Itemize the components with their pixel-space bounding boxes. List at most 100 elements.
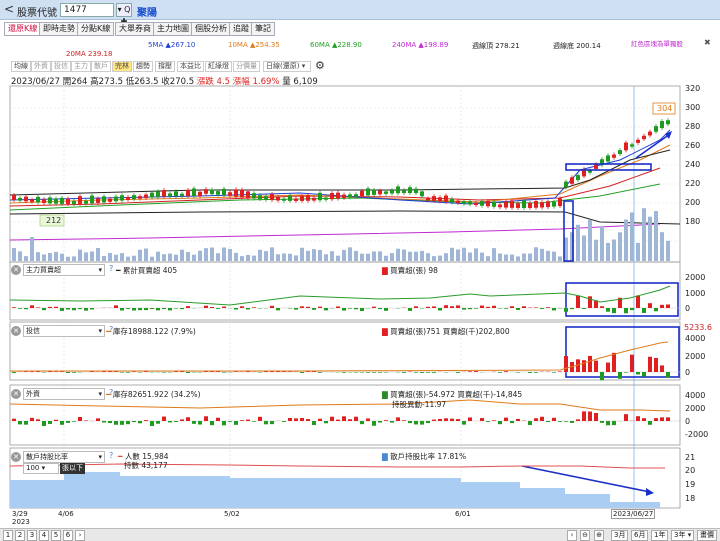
candle-body: [546, 201, 550, 208]
zoom-6m[interactable]: 6月: [631, 530, 649, 541]
page-button[interactable]: 2: [15, 530, 25, 541]
candle-body: [444, 195, 448, 202]
volume-bar: [432, 256, 436, 261]
candle-body: [204, 189, 208, 194]
indicator-bar: [234, 308, 238, 310]
foreign-axis-tick: -2000: [685, 430, 709, 439]
zoom-3m[interactable]: 3月: [611, 530, 629, 541]
volume-bar: [84, 252, 88, 261]
zoom-3y[interactable]: 3年 ▾: [671, 530, 695, 541]
volume-bar: [204, 248, 208, 261]
foreign-indicator-select[interactable]: 外資 ▾: [23, 388, 105, 400]
cursor-date-label: 2023/06/27: [611, 509, 656, 519]
page-button[interactable]: 3: [27, 530, 37, 541]
candle-body: [594, 164, 598, 169]
foreign-axis-tick: 4000: [685, 391, 706, 400]
volume-bar: [510, 254, 514, 261]
volume-bar: [348, 247, 352, 261]
candle-body: [492, 201, 496, 207]
candle-body: [396, 186, 400, 194]
volume-bar: [282, 253, 286, 261]
indicator-bar: [558, 421, 562, 422]
trust-axis-tick: 4000: [685, 334, 706, 343]
candle-body: [150, 192, 154, 198]
indicator-bar: [546, 307, 550, 308]
close-panel-icon[interactable]: ✕: [11, 389, 21, 399]
retail-indicator-select[interactable]: 散戶持股比率 ▾: [23, 451, 105, 463]
volume-bar: [120, 253, 124, 261]
help-icon[interactable]: ?: [109, 451, 113, 460]
page-button[interactable]: 1: [3, 530, 13, 541]
indicator-bar: [12, 372, 16, 373]
candle-body: [282, 198, 286, 201]
close-panel-icon[interactable]: ✕: [11, 326, 21, 336]
indicator-bar: [294, 418, 298, 421]
indicator-bar: [438, 418, 442, 421]
zoom-1y[interactable]: 1年: [651, 530, 669, 541]
indicator-bar: [516, 418, 520, 421]
indicator-bar: [462, 421, 466, 425]
indicator-bar: [198, 421, 202, 425]
indicator-bar: [48, 306, 52, 308]
zoom-in-icon[interactable]: ⊖: [580, 530, 590, 541]
volume-bar: [426, 253, 430, 261]
volume-bar: [396, 248, 400, 261]
indicator-bar: [60, 421, 64, 425]
indicator-bar: [162, 308, 166, 310]
candle-body: [120, 195, 124, 201]
indicator-bar: [384, 308, 388, 311]
volume-bar: [42, 254, 46, 261]
help-icon[interactable]: ?: [109, 264, 113, 273]
candle-body: [192, 188, 196, 197]
indicator-bar: [372, 306, 376, 308]
page-button[interactable]: 4: [39, 530, 49, 541]
indicator-bar: [150, 421, 154, 426]
scroll-left-icon[interactable]: ‹: [567, 530, 577, 541]
indicator-bar: [180, 308, 184, 310]
trust-indicator-select[interactable]: 投信 ▾: [23, 325, 105, 337]
indicator-bar: [36, 419, 40, 421]
page-button[interactable]: 6: [63, 530, 73, 541]
indicator-bar: [330, 416, 334, 421]
indicator-bar: [576, 419, 580, 421]
indicator-bar: [318, 372, 322, 373]
volume-bar: [96, 247, 100, 261]
indicator-bar: [138, 308, 142, 311]
volume-bar: [642, 208, 646, 261]
indicator-bar: [306, 306, 310, 308]
candle-body: [480, 201, 484, 206]
indicator-bar: [426, 372, 430, 373]
indicator-bar: [120, 421, 124, 425]
volume-bar: [300, 247, 304, 261]
draw-price[interactable]: 畫價: [697, 530, 717, 541]
indicator-bar: [450, 418, 454, 421]
main-indicator-select[interactable]: 主力買賣超 ▾: [23, 264, 105, 276]
candle-body: [186, 189, 190, 197]
indicator-bar: [354, 416, 358, 421]
candle-body: [666, 120, 670, 125]
volume-bar: [330, 251, 334, 261]
indicator-bar: [654, 308, 658, 312]
candle-body: [312, 197, 316, 201]
close-panel-icon[interactable]: ✕: [11, 265, 21, 275]
indicator-bar: [474, 371, 478, 372]
volume-bar: [594, 239, 598, 261]
indicator-bar: [552, 308, 556, 311]
close-panel-icon[interactable]: ✕: [11, 452, 21, 462]
candle-body: [270, 193, 274, 201]
volume-bar: [234, 252, 238, 261]
indicator-bar: [240, 306, 244, 308]
zoom-out-icon[interactable]: ⊕: [594, 530, 604, 541]
volume-bar: [192, 254, 196, 261]
page-button[interactable]: 5: [51, 530, 61, 541]
volume-bar: [636, 242, 640, 261]
candle-body: [534, 201, 538, 208]
volume-bar: [342, 249, 346, 261]
indicator-bar: [654, 418, 658, 421]
indicator-bar: [486, 421, 490, 422]
page-next-icon[interactable]: ›: [75, 530, 85, 541]
main-axis-tick: 2000: [685, 273, 706, 282]
volume-bar: [60, 253, 64, 261]
retail-threshold-select[interactable]: 100 ▾: [23, 463, 59, 474]
indicator-bar: [132, 421, 136, 423]
